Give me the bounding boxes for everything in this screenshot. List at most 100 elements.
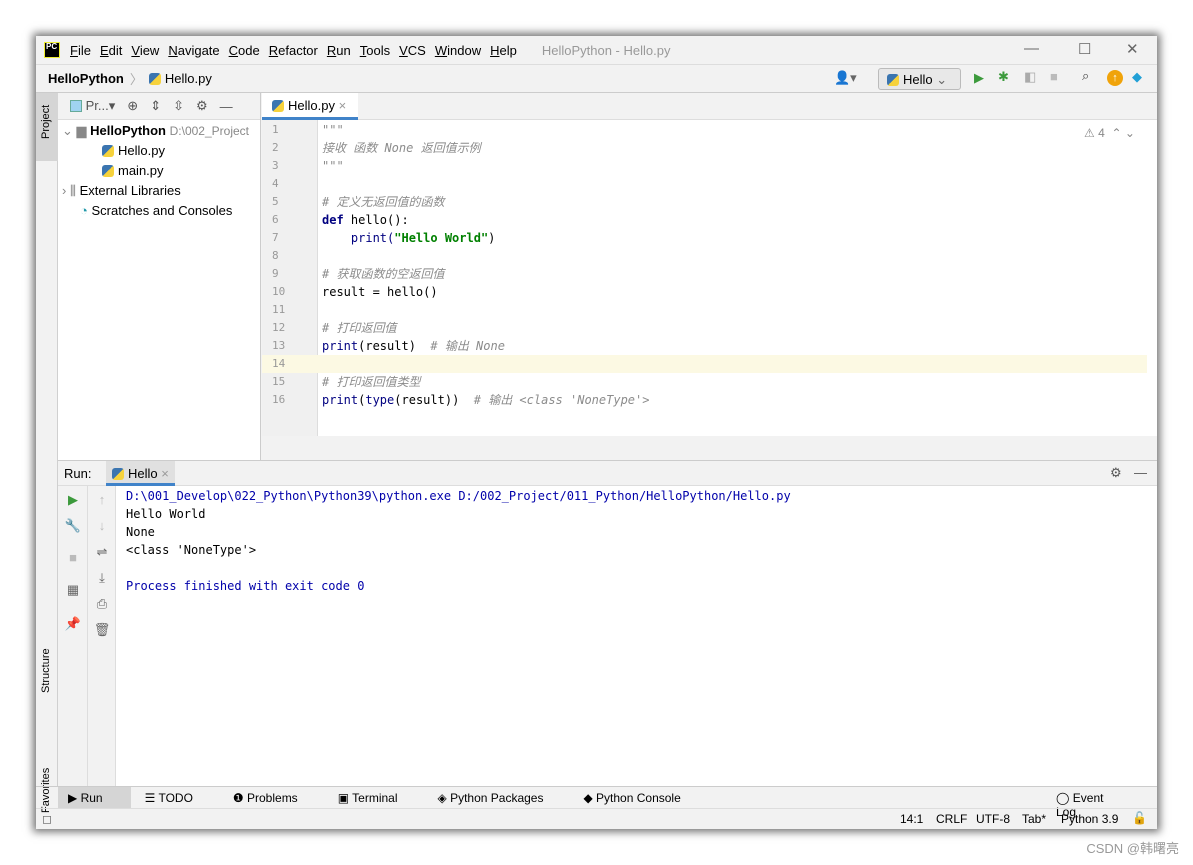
stop-icon[interactable]: ■ bbox=[1050, 69, 1058, 84]
down-arrow-icon[interactable]: ↓ bbox=[92, 518, 112, 533]
locate-icon[interactable]: ⊕ bbox=[127, 98, 138, 114]
code-line-15: # 打印返回值类型 bbox=[322, 375, 421, 389]
console-line: D:\001_Develop\022_Python\Python39\pytho… bbox=[126, 489, 791, 503]
line-number: 5 bbox=[272, 195, 279, 208]
interpreter[interactable]: Python 3.9 bbox=[1061, 812, 1118, 826]
wrench-icon[interactable]: 🔧 bbox=[63, 518, 83, 534]
close-tab-icon[interactable]: × bbox=[339, 98, 347, 113]
debug-icon[interactable]: ✱ bbox=[998, 69, 1009, 85]
menu-help[interactable]: Help bbox=[490, 43, 517, 58]
tree-item-external-libraries[interactable]: › ⫼ External Libraries bbox=[58, 181, 260, 201]
menu-tools[interactable]: Tools bbox=[360, 43, 390, 58]
code-line-2: 接收 函数 None 返回值示例 bbox=[322, 141, 481, 155]
project-view-select[interactable]: Pr...▾ bbox=[70, 98, 115, 114]
code-line-12: # 打印返回值 bbox=[322, 321, 397, 335]
search-icon[interactable]: ⌕ bbox=[1082, 68, 1089, 84]
tab-hello-py[interactable]: Hello.py × bbox=[262, 93, 358, 120]
code-line-16: print(type(result)) # 输出 <class 'NoneTyp… bbox=[322, 393, 650, 407]
code-line-9: # 获取函数的空返回值 bbox=[322, 267, 445, 281]
menu-window[interactable]: Window bbox=[435, 43, 481, 58]
tree-item-main[interactable]: main.py bbox=[58, 161, 260, 181]
code-line-6: def hello(): bbox=[322, 213, 409, 227]
run-icon[interactable]: ▶ bbox=[974, 70, 984, 86]
line-number: 9 bbox=[272, 267, 279, 280]
trash-icon[interactable]: 🗑 bbox=[92, 622, 112, 638]
line-number: 3 bbox=[272, 159, 279, 172]
coverage-icon[interactable]: ◧ bbox=[1024, 69, 1036, 85]
lock-icon[interactable]: 🔓 bbox=[1132, 811, 1147, 825]
watermark: CSDN @韩曙亮 bbox=[1086, 841, 1179, 856]
pin-icon[interactable]: 📌 bbox=[63, 616, 83, 632]
menu-navigate[interactable]: Navigate bbox=[168, 43, 219, 58]
menu-view[interactable]: View bbox=[131, 43, 159, 58]
run-toolbar: ▶ 🔧 ■ ▦ 📌 bbox=[58, 486, 88, 786]
console-line: <class 'NoneType'> bbox=[126, 543, 257, 557]
run-settings-icon[interactable]: ⚙ bbox=[1110, 465, 1122, 481]
menu-file[interactable]: File bbox=[70, 43, 91, 58]
expand-all-icon[interactable]: ⇕ bbox=[150, 98, 161, 114]
navigation-bar: HelloPython 〉 Hello.py 👤▾ Hello ⌄ ▶ ✱ ◧ … bbox=[36, 64, 1157, 93]
console-output[interactable]: D:\001_Develop\022_Python\Python39\pytho… bbox=[116, 486, 1157, 786]
window-title: HelloPython - Hello.py bbox=[541, 42, 671, 58]
project-tool-button[interactable]: Project bbox=[36, 93, 58, 161]
layout-toggle-icon[interactable]: ◻ bbox=[42, 812, 52, 826]
run-hide-icon[interactable]: — bbox=[1134, 465, 1147, 480]
current-line-highlight bbox=[262, 355, 1147, 373]
code-line-5: # 定义无返回值的函数 bbox=[322, 195, 445, 209]
menu-run[interactable]: Run bbox=[327, 43, 351, 58]
tree-item-hello[interactable]: Hello.py bbox=[58, 141, 260, 161]
layout-icon[interactable]: ▦ bbox=[63, 582, 83, 598]
toolwin-todo[interactable]: ☰ TODO bbox=[145, 791, 213, 805]
tool-window-bar: ▶ Run ☰ TODO ❶ Problems ▣ Terminal ◈ Pyt… bbox=[36, 786, 1157, 819]
menu-edit[interactable]: Edit bbox=[100, 43, 122, 58]
print-icon[interactable]: ⎙ bbox=[92, 596, 112, 612]
toolwin-run[interactable]: ▶ Run bbox=[58, 786, 131, 809]
update-icon[interactable]: ↑ bbox=[1107, 70, 1123, 86]
menu-refactor[interactable]: Refactor bbox=[269, 43, 318, 58]
toolwin-terminal[interactable]: ▣ Terminal bbox=[338, 791, 418, 805]
console-line: None bbox=[126, 525, 155, 539]
line-number: 13 bbox=[272, 339, 286, 352]
scroll-to-end-icon[interactable]: ⤓ bbox=[92, 570, 112, 586]
code-line-13: print(result) # 输出 None bbox=[322, 339, 505, 353]
gear-icon[interactable]: ⚙ bbox=[196, 98, 208, 114]
line-number: 10 bbox=[272, 285, 286, 298]
minimize-button[interactable]: — bbox=[1024, 40, 1039, 57]
menu-code[interactable]: Code bbox=[229, 43, 260, 58]
structure-tool-button[interactable]: Structure bbox=[40, 648, 52, 693]
breadcrumb-file[interactable]: Hello.py bbox=[165, 71, 212, 86]
jetbrains-icon[interactable]: ◆ bbox=[1132, 69, 1142, 85]
code-line-3: """ bbox=[322, 159, 344, 173]
file-encoding[interactable]: UTF-8 bbox=[976, 812, 1010, 826]
maximize-button[interactable]: ☐ bbox=[1078, 40, 1091, 58]
indent-setting[interactable]: Tab* bbox=[1022, 812, 1046, 826]
run-tab-hello[interactable]: Hello × bbox=[106, 461, 175, 486]
warnings-indicator[interactable]: ⚠ 4 ⌃ ⌄ bbox=[1084, 126, 1135, 140]
tree-item-scratches[interactable]: ◔ Scratches and Consoles bbox=[58, 201, 260, 221]
toolwin-problems[interactable]: ❶ Problems bbox=[233, 791, 318, 805]
line-separator[interactable]: CRLF bbox=[936, 812, 967, 826]
up-arrow-icon[interactable]: ↑ bbox=[92, 492, 112, 507]
collapse-all-icon[interactable]: ⇳ bbox=[173, 98, 184, 114]
tree-item-root[interactable]: ⌄ ▆ HelloPython D:\002_Project bbox=[58, 121, 260, 141]
line-number: 2 bbox=[272, 141, 279, 154]
caret-position[interactable]: 14:1 bbox=[900, 812, 923, 826]
status-bar: ◻ 14:1 CRLF UTF-8 Tab* Python 3.9 🔓 bbox=[36, 808, 1157, 829]
console-line: Hello World bbox=[126, 507, 206, 521]
rerun-icon[interactable]: ▶ bbox=[63, 492, 83, 508]
soft-wrap-icon[interactable]: ⇌ bbox=[92, 544, 112, 560]
stop-icon[interactable]: ■ bbox=[63, 550, 83, 565]
toolwin-python-console[interactable]: ◆ Python Console bbox=[583, 791, 700, 805]
run-config-select[interactable]: Hello ⌄ bbox=[878, 68, 961, 90]
line-number: 11 bbox=[272, 303, 286, 316]
hide-icon[interactable]: — bbox=[220, 99, 233, 114]
project-panel: Pr...▾ ⊕ ⇕ ⇳ ⚙ — ⌄ ▆ HelloPython D:\002_… bbox=[58, 93, 261, 460]
menu-vcs[interactable]: VCS bbox=[399, 43, 426, 58]
code-line-1: """ bbox=[322, 123, 344, 137]
toolwin-python-packages[interactable]: ◈ Python Packages bbox=[438, 791, 564, 805]
menu-bar: PC File Edit View Navigate Code Refactor… bbox=[36, 36, 1157, 64]
user-icon[interactable]: 👤▾ bbox=[834, 70, 857, 86]
breadcrumb-project[interactable]: HelloPython bbox=[48, 71, 124, 86]
line-number: 8 bbox=[272, 249, 279, 262]
close-button[interactable]: ✕ bbox=[1126, 40, 1139, 58]
